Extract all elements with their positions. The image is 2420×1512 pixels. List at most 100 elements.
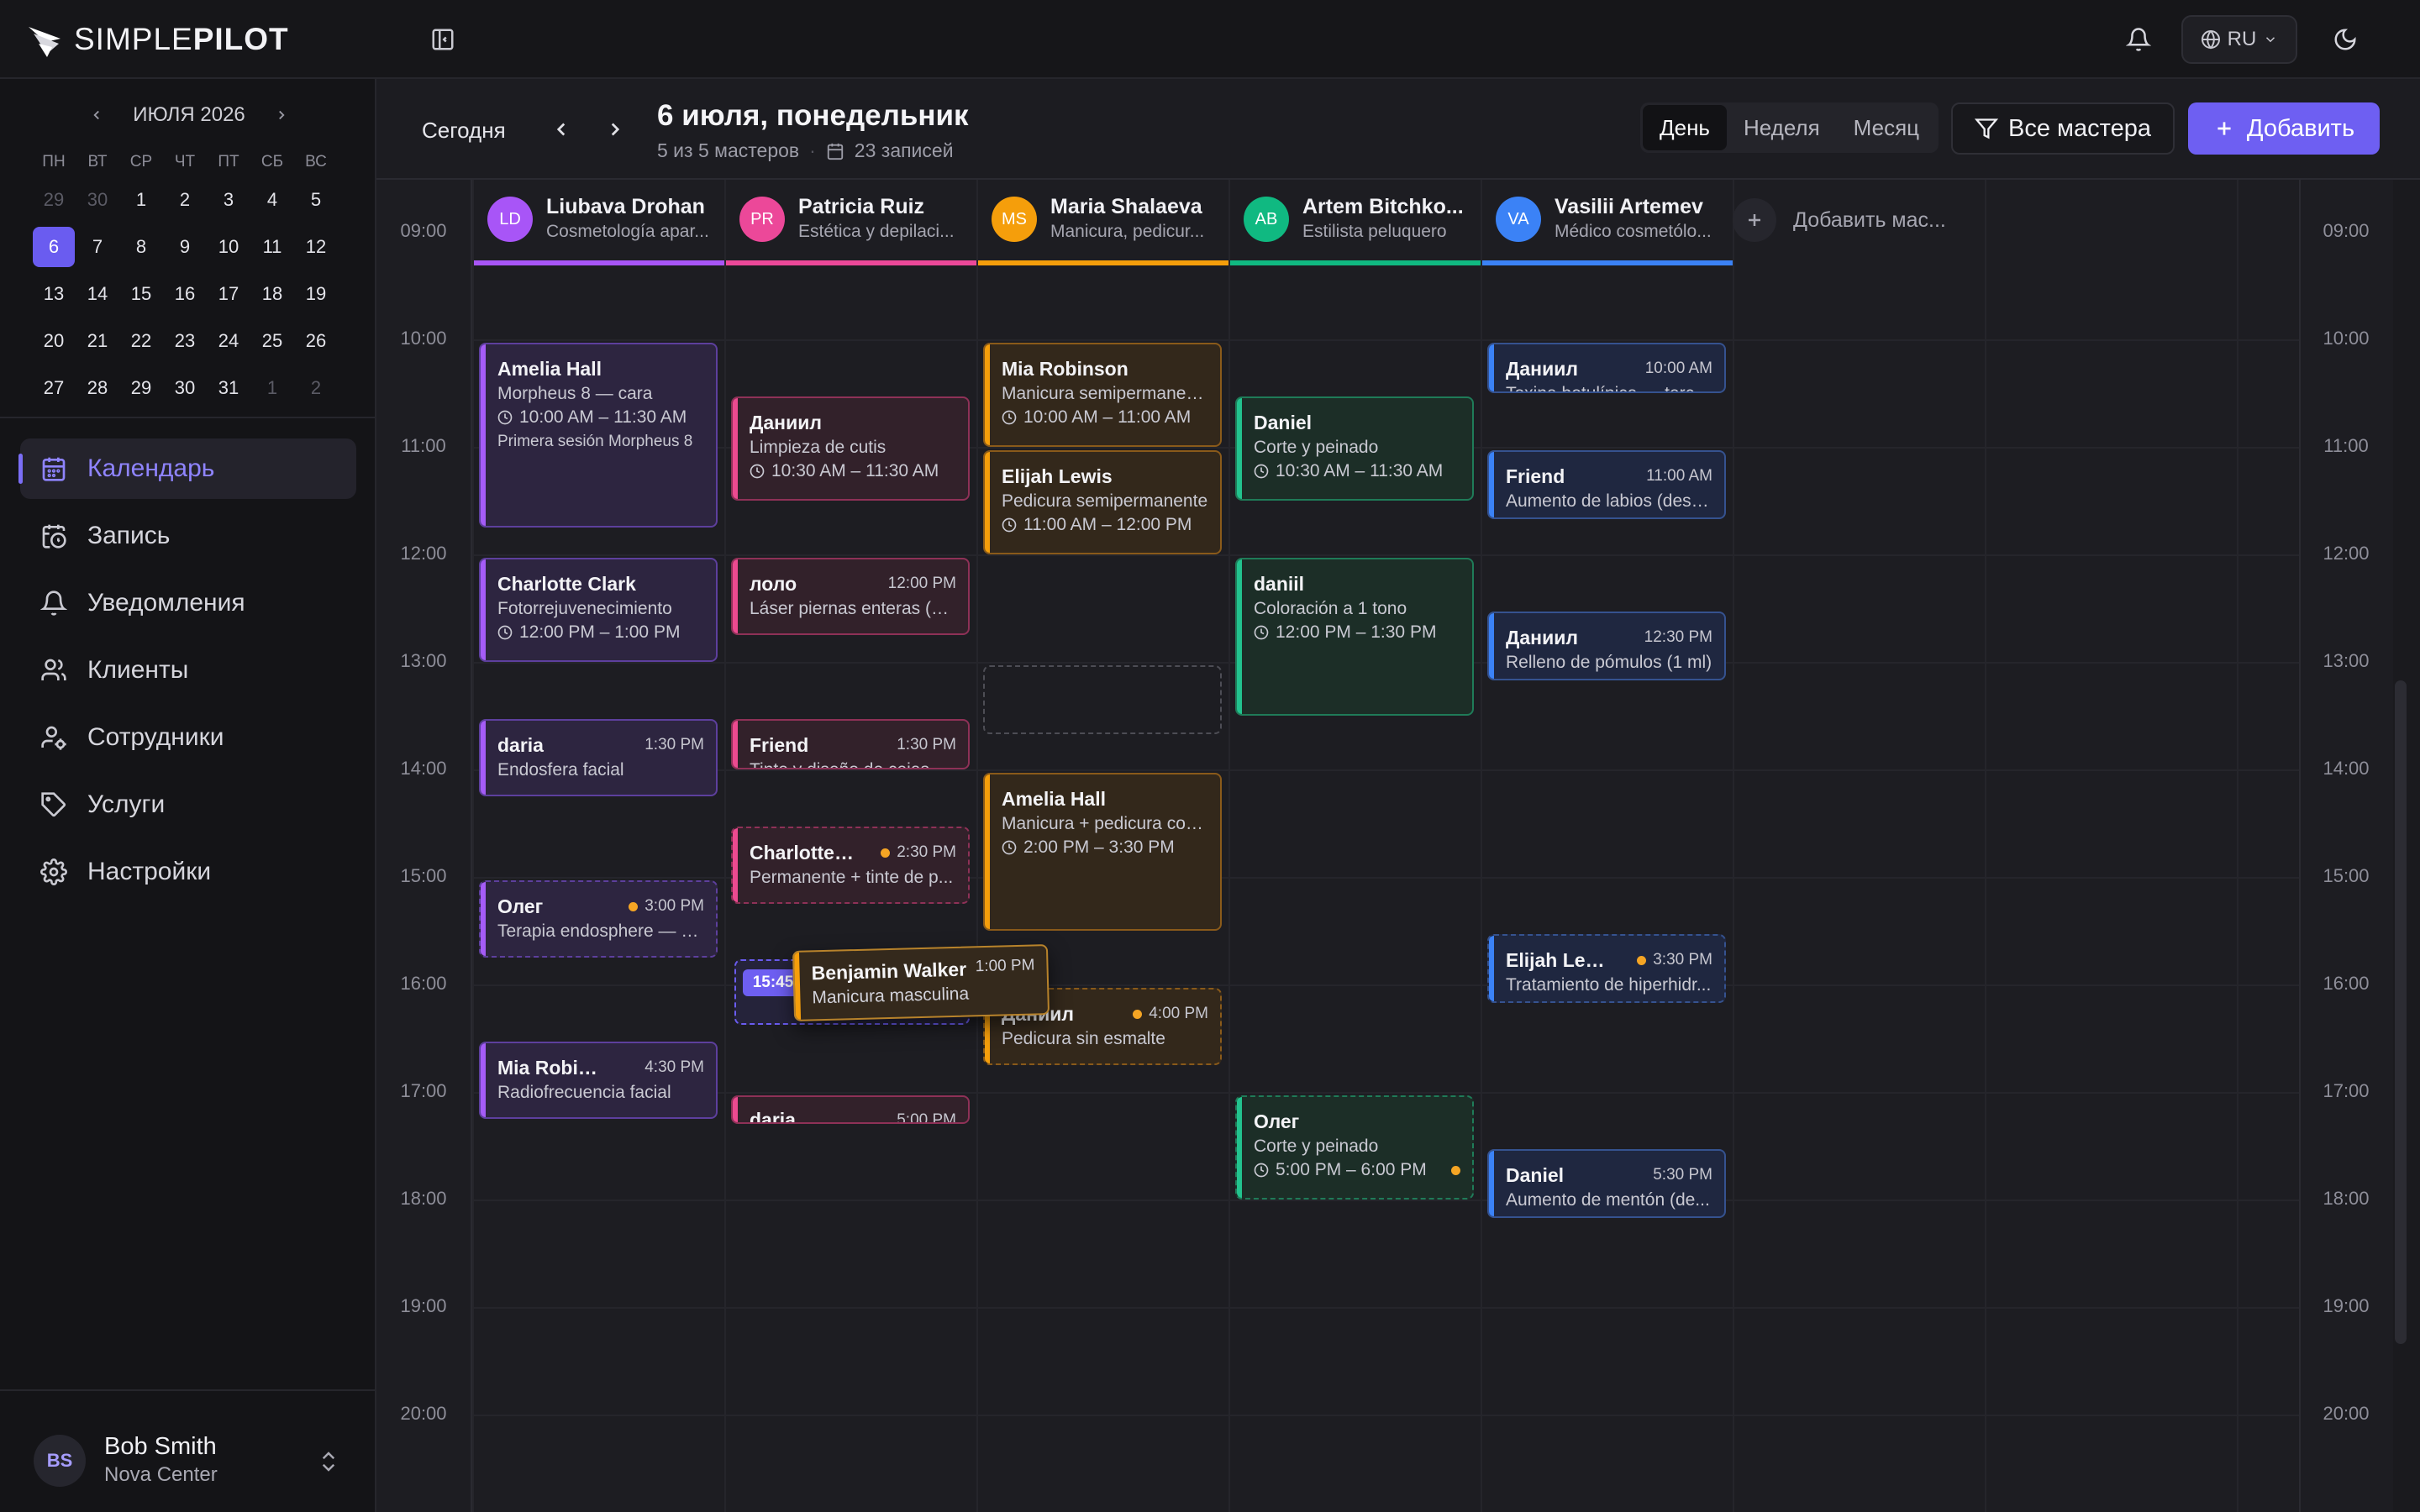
next-day-button[interactable] (598, 113, 632, 146)
appointment-card[interactable]: Amelia Hall Manicura + pedicura con... 2:0… (983, 773, 1222, 931)
appointment-card[interactable]: Олег Corte y peinado 5:00 PM – 6:00 PM (1235, 1095, 1474, 1200)
mini-calendar-day[interactable]: 18 (250, 270, 294, 318)
view-week-tab[interactable]: Неделя (1727, 105, 1837, 150)
user-account-switcher[interactable]: BS Bob Smith Nova Center (0, 1389, 375, 1512)
nav-item-services[interactable]: Услуги (20, 774, 356, 835)
mini-calendar-day[interactable]: 30 (163, 365, 207, 412)
mini-calendar-day[interactable]: 9 (163, 223, 207, 270)
mini-calendar-day[interactable]: 19 (294, 270, 338, 318)
sidebar-toggle-button[interactable] (427, 24, 459, 55)
mini-calendar-day[interactable]: 1 (250, 365, 294, 412)
mini-calendar-day[interactable]: 17 (207, 270, 250, 318)
today-button[interactable]: Сегодня (403, 109, 524, 151)
appointment-card[interactable]: Daniel Corte y peinado 10:30 AM – 11:30 AM (1235, 396, 1474, 501)
staff-column-header[interactable]: AB Artem Bitchko... Estilista peluquero (1230, 180, 1481, 265)
client-name: Олег (1254, 1110, 1300, 1132)
mini-calendar-day[interactable]: 24 (207, 318, 250, 365)
staff-column-header[interactable]: VA Vasilii Artemev Médico cosmetólo... (1482, 180, 1733, 265)
mini-calendar-day[interactable]: 3 (207, 176, 250, 223)
nav-item-clients[interactable]: Клиенты (20, 640, 356, 701)
mini-calendar-day[interactable]: 12 (294, 223, 338, 270)
appointment-card[interactable]: Mia Robinson Manicura semipermanente 10:00… (983, 343, 1222, 447)
mini-calendar-day[interactable]: 15 (119, 270, 163, 318)
appointment-card[interactable]: лоло Láser piernas enteras (m... 12:00 PM (731, 558, 970, 635)
view-month-tab[interactable]: Месяц (1837, 105, 1936, 150)
add-master-button[interactable]: Добавить мас... (1733, 195, 1976, 245)
hour-label: 09:00 (400, 220, 447, 241)
mini-calendar-day[interactable]: 2 (163, 176, 207, 223)
mini-calendar-day[interactable]: 22 (119, 318, 163, 365)
nav-item-calendar[interactable]: Календарь (18, 438, 356, 499)
weekday-label: ЧТ (174, 153, 196, 171)
mini-calendar-day[interactable]: 26 (294, 318, 338, 365)
mini-calendar-day-selected[interactable]: 6 (32, 223, 76, 270)
mini-calendar-day[interactable]: 1 (119, 176, 163, 223)
appointment-start: 12:30 PM (1644, 628, 1712, 647)
appointment-card[interactable]: Charlotte Clark Fotorrejuvenecimiento 12:0… (479, 558, 718, 662)
add-booking-button[interactable]: Добавить (2188, 102, 2380, 155)
dragged-appointment-card[interactable]: Benjamin Walker Manicura masculina 1:00 PM (792, 944, 1050, 1021)
theme-toggle-button[interactable] (2328, 22, 2363, 57)
appointment-card[interactable]: Elijah Lewis Tratamiento de hiperhidr... 3… (1487, 934, 1726, 1003)
appointment-card[interactable]: Daniel Aumento de mentón (de... 5:30 PM (1487, 1149, 1726, 1218)
view-day-tab[interactable]: День (1643, 105, 1727, 150)
mini-calendar-grid: ПН ВТ СР ЧТ ПТ СБ ВС 29 30 1 2 3 4 5 6 7 8 9 10 11 12 13 14 15 1… (32, 148, 346, 412)
mini-calendar-day[interactable]: 20 (32, 318, 76, 365)
mini-calendar-day[interactable]: 30 (76, 176, 119, 223)
mini-calendar-day[interactable]: 29 (32, 176, 76, 223)
mini-calendar-day[interactable]: 2 (294, 365, 338, 412)
mini-calendar-day[interactable]: 16 (163, 270, 207, 318)
appointment-card[interactable]: Elijah Lewis Pedicura semipermanente 11:00… (983, 450, 1222, 554)
scrollbar-thumb[interactable] (2395, 680, 2407, 1344)
staff-column-header[interactable]: MS Maria Shalaeva Manicura, pedicur... (978, 180, 1228, 265)
mini-calendar-day[interactable]: 11 (250, 223, 294, 270)
mini-calendar-day[interactable]: 7 (76, 223, 119, 270)
appointment-card[interactable]: Олег Terapia endosphere — s... 3:00 PM (479, 880, 718, 958)
appointment-card[interactable]: Mia Robinson Radiofrecuencia facial 4:30 P… (479, 1042, 718, 1119)
staff-column-header[interactable]: PR Patricia Ruiz Estética y depilaci... (726, 180, 976, 265)
mini-calendar-day[interactable]: 25 (250, 318, 294, 365)
prev-month-button[interactable] (84, 102, 109, 128)
language-select[interactable]: RU (2181, 15, 2297, 64)
appointment-card[interactable]: daria 5:00 PM (731, 1095, 970, 1125)
empty-slot-placeholder[interactable] (983, 665, 1222, 734)
mini-calendar-day[interactable]: 14 (76, 270, 119, 318)
appointment-card[interactable]: Даниил Limpieza de cutis 10:30 AM – 11:30 … (731, 396, 970, 501)
column-divider (976, 180, 978, 1512)
appointment-card[interactable]: daria Endosfera facial 1:30 PM (479, 719, 718, 796)
nav-item-booking[interactable]: Запись (20, 506, 356, 566)
mini-calendar-day[interactable]: 4 (250, 176, 294, 223)
nav-item-notifications[interactable]: Уведомления (20, 573, 356, 633)
nav-item-settings[interactable]: Настройки (20, 842, 356, 902)
mini-calendar-day[interactable]: 27 (32, 365, 76, 412)
appointment-card[interactable]: ДаниилToxina botulínica — terci...10:00 … (1487, 343, 1726, 393)
mini-calendar-day[interactable]: 10 (207, 223, 250, 270)
appointment-card[interactable]: Friend Aumento de labios (desde) 11:00 AM (1487, 450, 1726, 519)
day-number: 21 (87, 330, 108, 351)
mini-calendar-day[interactable]: 5 (294, 176, 338, 223)
masters-filter-button[interactable]: Все мастера (1951, 102, 2175, 155)
appointment-card[interactable]: Amelia Hall Morpheus 8 — cara 10:00 AM – 1… (479, 343, 718, 528)
mini-calendar-day[interactable]: 28 (76, 365, 119, 412)
appointment-card[interactable]: Charlotte Cl... Permanente + tinte de p..… (731, 827, 970, 904)
prev-day-button[interactable] (544, 113, 578, 146)
app-logo[interactable]: SIMPLEPILOT (27, 18, 289, 60)
mini-calendar-day[interactable]: 13 (32, 270, 76, 318)
notifications-button[interactable] (2121, 22, 2156, 57)
staff-column-header[interactable]: LD Liubava Drohan Cosmetología apar... (474, 180, 724, 265)
nav-item-staff[interactable]: Сотрудники (20, 707, 356, 768)
mini-calendar-day[interactable]: 31 (207, 365, 250, 412)
appointment-card[interactable]: daniil Coloración a 1 tono 12:00 PM – 1:30… (1235, 558, 1474, 716)
mini-calendar-day[interactable]: 29 (119, 365, 163, 412)
appointment-card[interactable]: Даниил Relleno de pómulos (1 ml) 12:30 PM (1487, 612, 1726, 680)
avatar: MS (992, 197, 1037, 242)
mini-calendar-day[interactable]: 21 (76, 318, 119, 365)
next-month-button[interactable] (269, 102, 294, 128)
mini-calendar-day[interactable]: 23 (163, 318, 207, 365)
start-time: 12:30 PM (1644, 628, 1712, 646)
mini-calendar-day[interactable]: 8 (119, 223, 163, 270)
staff-role: Cosmetología apar... (546, 222, 709, 241)
appointment-start: 4:30 PM (644, 1058, 704, 1077)
appointment-card[interactable]: FriendTinte y diseño de cejas1:30 PM (731, 719, 970, 769)
service-name: Endosfera facial (497, 760, 624, 780)
